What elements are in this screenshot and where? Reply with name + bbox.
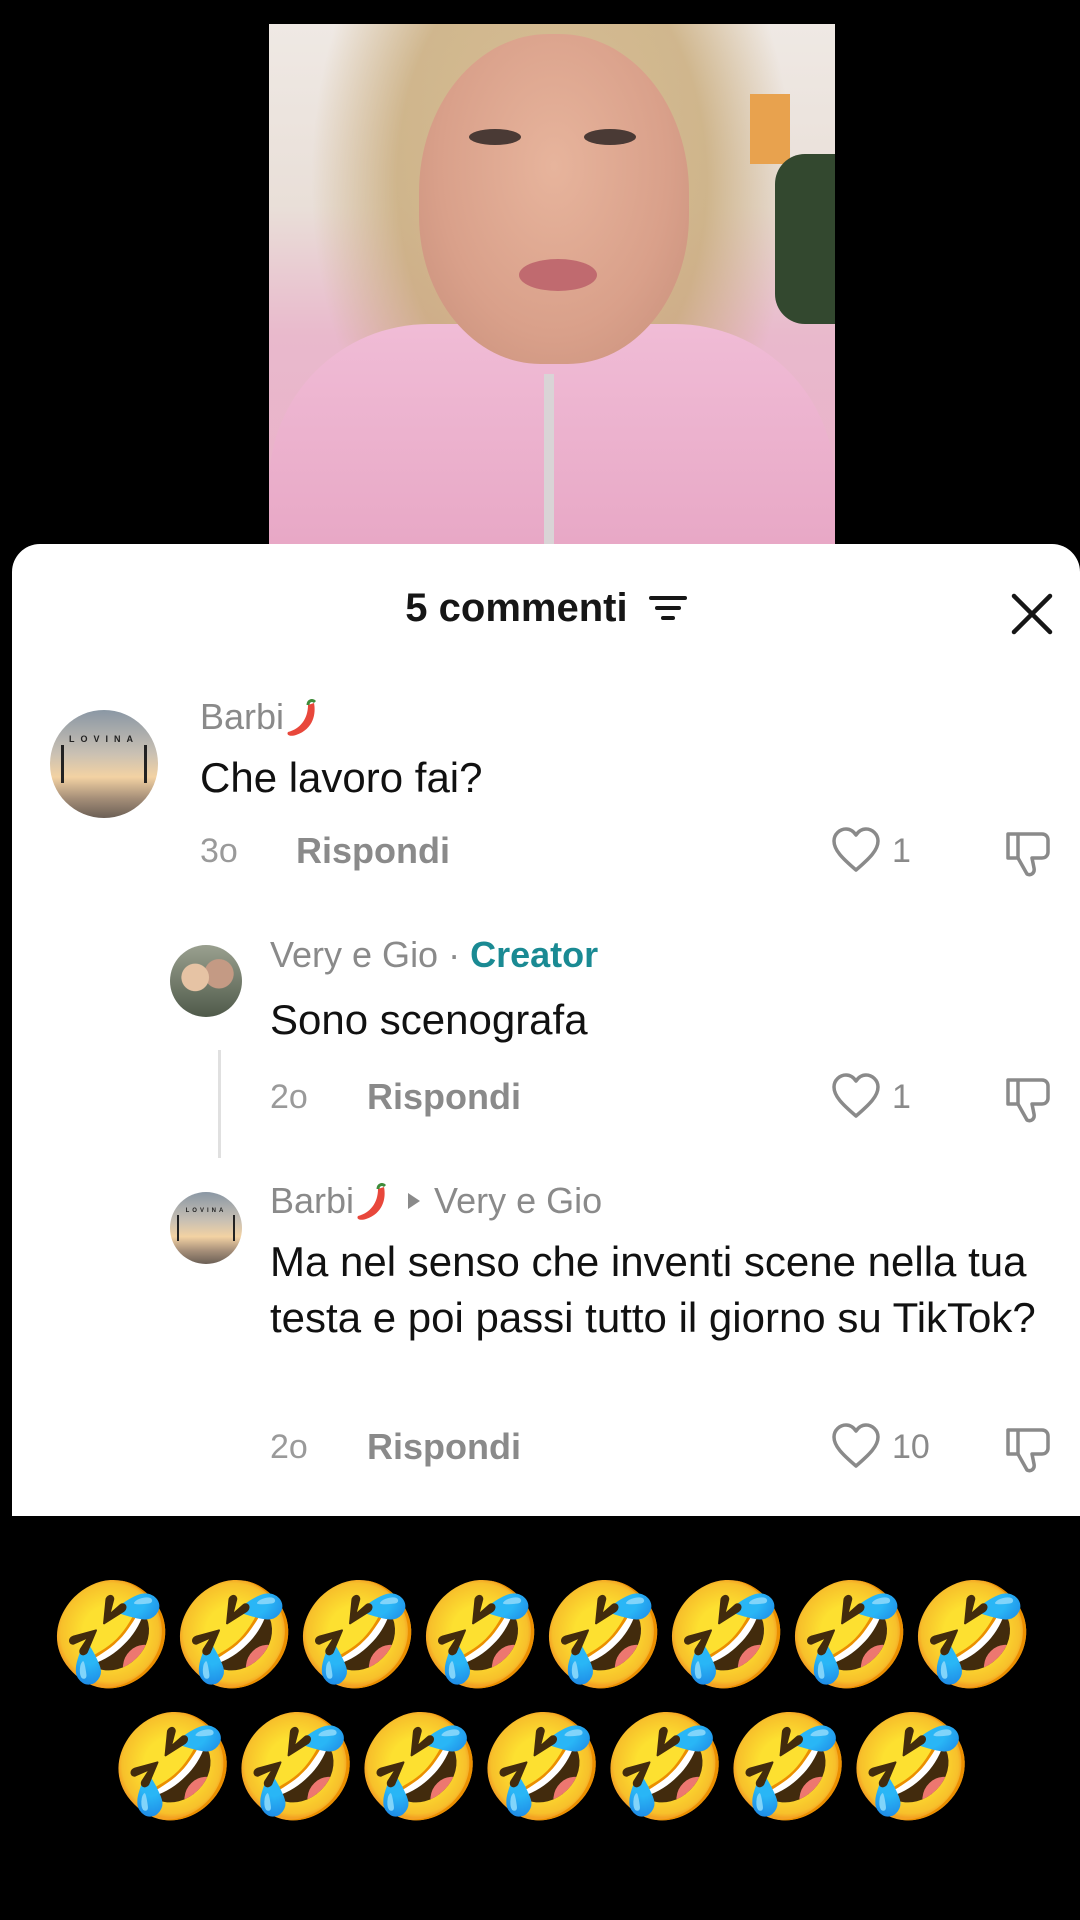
comments-sheet: 5 commenti LOVINA Barbi Che lavoro fai? …: [12, 544, 1080, 1516]
dislike-icon[interactable]: [1002, 1074, 1054, 1126]
like-button[interactable]: 10: [830, 1422, 940, 1472]
chili-pepper-icon: [287, 699, 317, 737]
comment-text: Sono scenografa: [270, 996, 588, 1043]
comment-username[interactable]: Barbi: [200, 696, 320, 739]
video-jacket-zip: [544, 374, 554, 544]
dislike-icon[interactable]: [1002, 1424, 1054, 1476]
heart-icon: [832, 827, 880, 872]
video-eye-left: [469, 129, 521, 145]
separator-dot: ·: [448, 934, 461, 975]
comments-header: 5 commenti: [12, 584, 1080, 644]
comment-time: 2o: [270, 1428, 308, 1466]
like-button[interactable]: 1: [830, 826, 930, 876]
heart-icon: [832, 1423, 880, 1468]
reply-button[interactable]: Rispondi: [367, 1076, 521, 1118]
comment-time: 3o: [200, 832, 238, 870]
video-background-window: [750, 94, 790, 164]
comment-username[interactable]: Very e Gio · Creator: [270, 934, 598, 976]
comment-text: Che lavoro fai?: [200, 754, 483, 801]
avatar[interactable]: [170, 945, 242, 1017]
video-frame[interactable]: [269, 24, 835, 544]
like-count: 1: [892, 1078, 911, 1116]
filter-icon[interactable]: [648, 594, 687, 622]
emoji-row-2: 🤣🤣🤣🤣🤣🤣🤣: [109, 1710, 974, 1824]
video-background-plant: [775, 154, 835, 324]
comments-count-title: 5 commenti: [405, 585, 628, 630]
like-button[interactable]: 1: [830, 1072, 930, 1122]
heart-icon: [832, 1073, 880, 1118]
dislike-icon[interactable]: [1002, 828, 1054, 880]
avatar[interactable]: LOVINA: [50, 710, 158, 818]
thread-line: [218, 1050, 221, 1158]
comment-text: Ma nel senso che inventi scene nella tua…: [270, 1238, 1036, 1341]
creator-badge: Creator: [470, 934, 599, 975]
video-lips: [519, 259, 597, 291]
chili-pepper-icon: [357, 1183, 387, 1221]
reply-button[interactable]: Rispondi: [367, 1426, 521, 1468]
comment-time: 2o: [270, 1078, 308, 1116]
video-person-face: [419, 34, 689, 364]
like-count: 1: [892, 832, 911, 870]
avatar[interactable]: LOVINA: [170, 1192, 242, 1264]
like-count: 10: [892, 1428, 930, 1466]
emoji-row-1: 🤣🤣🤣🤣🤣🤣🤣🤣: [47, 1578, 1036, 1692]
video-eye-right: [584, 129, 636, 145]
close-icon[interactable]: [1004, 586, 1060, 642]
reply-to-username[interactable]: Very e Gio: [434, 1180, 602, 1221]
reply-button[interactable]: Rispondi: [296, 830, 450, 872]
avatar-sign-text: LOVINA: [185, 1207, 227, 1214]
reply-to-arrow-icon: [408, 1193, 421, 1210]
comment-username[interactable]: Barbi Very e Gio: [270, 1180, 602, 1223]
avatar-sign-text: LOVINA: [68, 733, 139, 744]
